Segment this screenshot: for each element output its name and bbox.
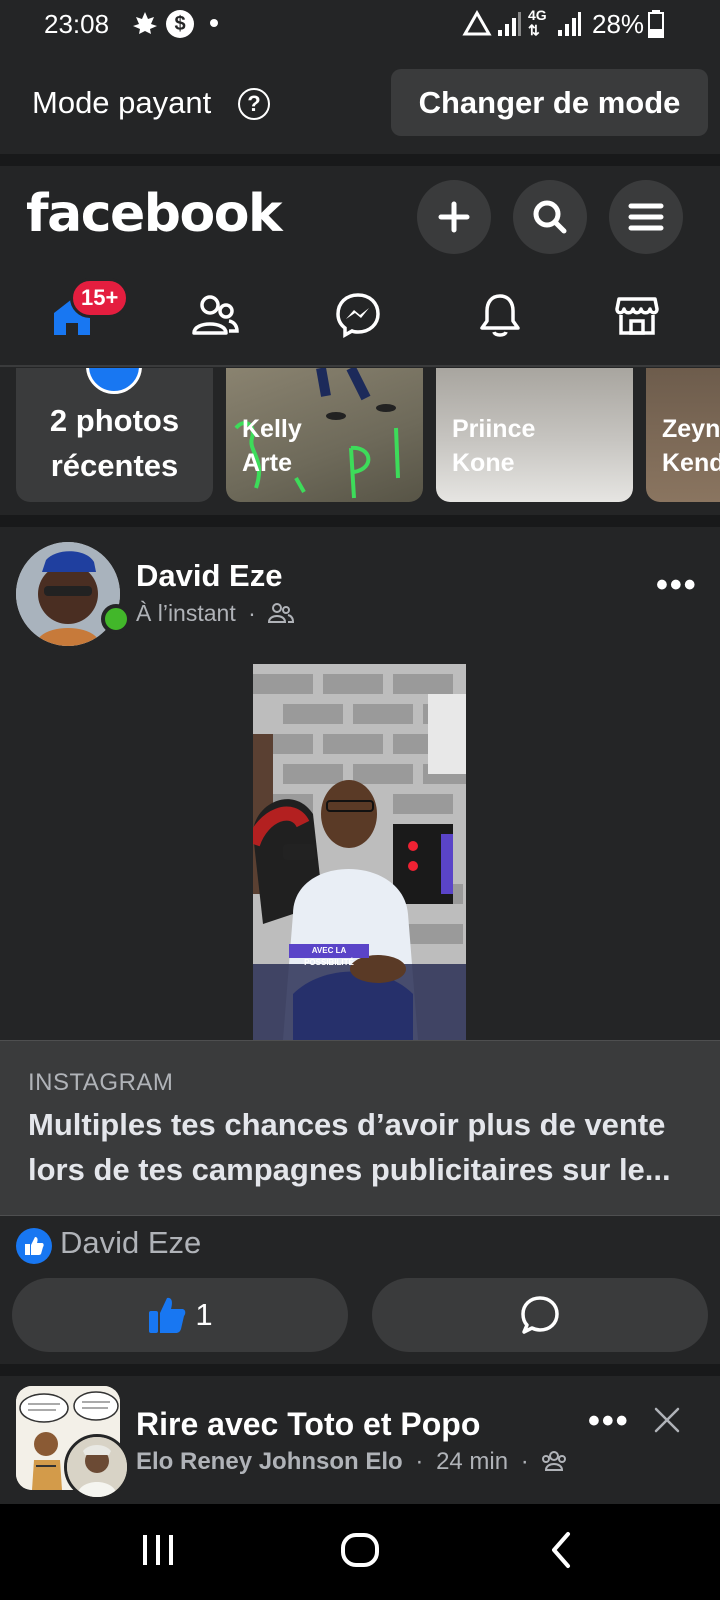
more-options-icon[interactable]: ••• xyxy=(588,1402,630,1441)
post-meta: À l’instant · xyxy=(136,600,295,627)
thumbs-up-icon xyxy=(25,1237,44,1255)
comment-button[interactable] xyxy=(372,1278,708,1352)
story-card[interactable]: Priince Kone xyxy=(436,368,633,502)
video-thumbnail[interactable]: AVEC LA POSSIBILITÉ xyxy=(253,664,466,1040)
reactor-name[interactable]: David Eze xyxy=(60,1225,201,1261)
bell-icon xyxy=(480,294,520,337)
network-4g-icon: 4G ⇅ xyxy=(528,7,547,38)
battery-percent: 28% xyxy=(592,9,645,39)
video-caption: AVEC LA POSSIBILITÉ xyxy=(304,946,354,967)
nav-notifications[interactable] xyxy=(460,280,540,350)
menu-button[interactable] xyxy=(609,180,683,254)
facebook-logo: facebook xyxy=(26,184,283,244)
search-button[interactable] xyxy=(513,180,587,254)
signal-icon-2 xyxy=(558,12,581,36)
online-indicator xyxy=(101,604,131,634)
create-button[interactable] xyxy=(417,180,491,254)
dollar-icon: $ xyxy=(166,10,194,38)
story-first-name: Priince xyxy=(452,415,536,443)
story-name: Priince Kone xyxy=(452,412,535,480)
like-button[interactable]: 1 xyxy=(12,1278,348,1352)
messenger-icon xyxy=(336,293,380,339)
story-first-name: Zeyna xyxy=(662,415,720,443)
story-last-name: Kone xyxy=(452,449,515,477)
divider xyxy=(0,154,720,166)
next-post-time: 24 min xyxy=(436,1448,509,1475)
member-avatar[interactable] xyxy=(64,1434,130,1500)
nav-friends[interactable] xyxy=(175,280,255,350)
story-own-line1: 2 photos xyxy=(49,403,180,438)
friends-icon xyxy=(192,295,239,335)
status-bar: 23:08 $ 4G ⇅ 28% xyxy=(0,0,720,50)
story-last-name: Arte xyxy=(242,449,293,477)
video-frame xyxy=(253,664,466,1040)
home-nav-button[interactable] xyxy=(340,1530,380,1575)
system-navigation-bar xyxy=(0,1504,720,1600)
divider xyxy=(0,515,720,527)
link-source: INSTAGRAM xyxy=(28,1069,174,1096)
group-audience-icon xyxy=(542,1451,567,1471)
battery-icon xyxy=(648,10,664,38)
author-avatar[interactable] xyxy=(16,542,120,646)
story-own-label: 2 photos récentes xyxy=(16,398,213,488)
maple-leaf-icon xyxy=(133,12,157,34)
close-icon[interactable] xyxy=(652,1402,682,1445)
story-card[interactable]: Kelly Arte xyxy=(226,368,423,502)
next-post-meta: Elo Reney Johnson Elo · 24 min · xyxy=(136,1448,567,1476)
meta-separator: · xyxy=(520,1448,529,1475)
signal-icon-1 xyxy=(498,12,521,36)
mode-label: Mode payant xyxy=(32,85,212,120)
story-last-name: Kend xyxy=(662,449,720,477)
change-mode-button[interactable]: Changer de mode xyxy=(391,69,708,136)
next-post-author[interactable]: Elo Reney Johnson Elo xyxy=(136,1448,403,1475)
back-button[interactable] xyxy=(546,1530,576,1575)
friends-audience-icon xyxy=(268,603,295,623)
back-icon xyxy=(552,1532,570,1568)
meta-separator: · xyxy=(415,1448,424,1475)
group-name[interactable]: Rire avec Toto et Popo xyxy=(136,1406,480,1443)
divider xyxy=(0,365,720,367)
meta-separator: · xyxy=(248,600,256,626)
nav-marketplace[interactable] xyxy=(597,280,677,350)
recent-apps-button[interactable] xyxy=(140,1532,176,1573)
close-x-icon xyxy=(654,1407,680,1433)
nav-messenger[interactable] xyxy=(318,280,398,350)
notification-badge: 15+ xyxy=(70,278,130,318)
add-story-icon xyxy=(86,368,142,394)
post-author[interactable]: David Eze xyxy=(136,558,282,594)
story-name: Kelly Arte xyxy=(242,412,302,480)
avatar-photo xyxy=(16,542,120,646)
help-icon[interactable]: ? xyxy=(238,88,270,120)
search-icon xyxy=(533,200,567,234)
story-card[interactable]: Zeyna Kend xyxy=(646,368,720,502)
home-circle-icon xyxy=(341,1533,379,1567)
marketplace-icon xyxy=(615,297,659,335)
link-title[interactable]: Multiples tes chances d’avoir plus de ve… xyxy=(28,1102,698,1192)
story-first-name: Kelly xyxy=(242,415,302,443)
dot-icon xyxy=(210,19,218,27)
hamburger-menu-icon xyxy=(628,203,664,231)
post-time: À l’instant xyxy=(136,600,236,626)
thumbs-up-icon xyxy=(149,1297,186,1333)
status-time: 23:08 xyxy=(44,9,110,39)
story-name: Zeyna Kend xyxy=(662,412,720,480)
recent-apps-icon xyxy=(143,1535,173,1565)
comment-icon xyxy=(521,1296,559,1334)
story-own-line2: récentes xyxy=(50,448,179,483)
member-photo xyxy=(67,1437,127,1497)
data-saver-icon xyxy=(462,10,492,36)
like-count: 1 xyxy=(195,1297,213,1332)
plus-icon xyxy=(438,201,470,233)
like-reaction-icon xyxy=(16,1228,52,1264)
divider xyxy=(0,1364,720,1376)
more-options-icon[interactable]: ••• xyxy=(656,566,698,605)
